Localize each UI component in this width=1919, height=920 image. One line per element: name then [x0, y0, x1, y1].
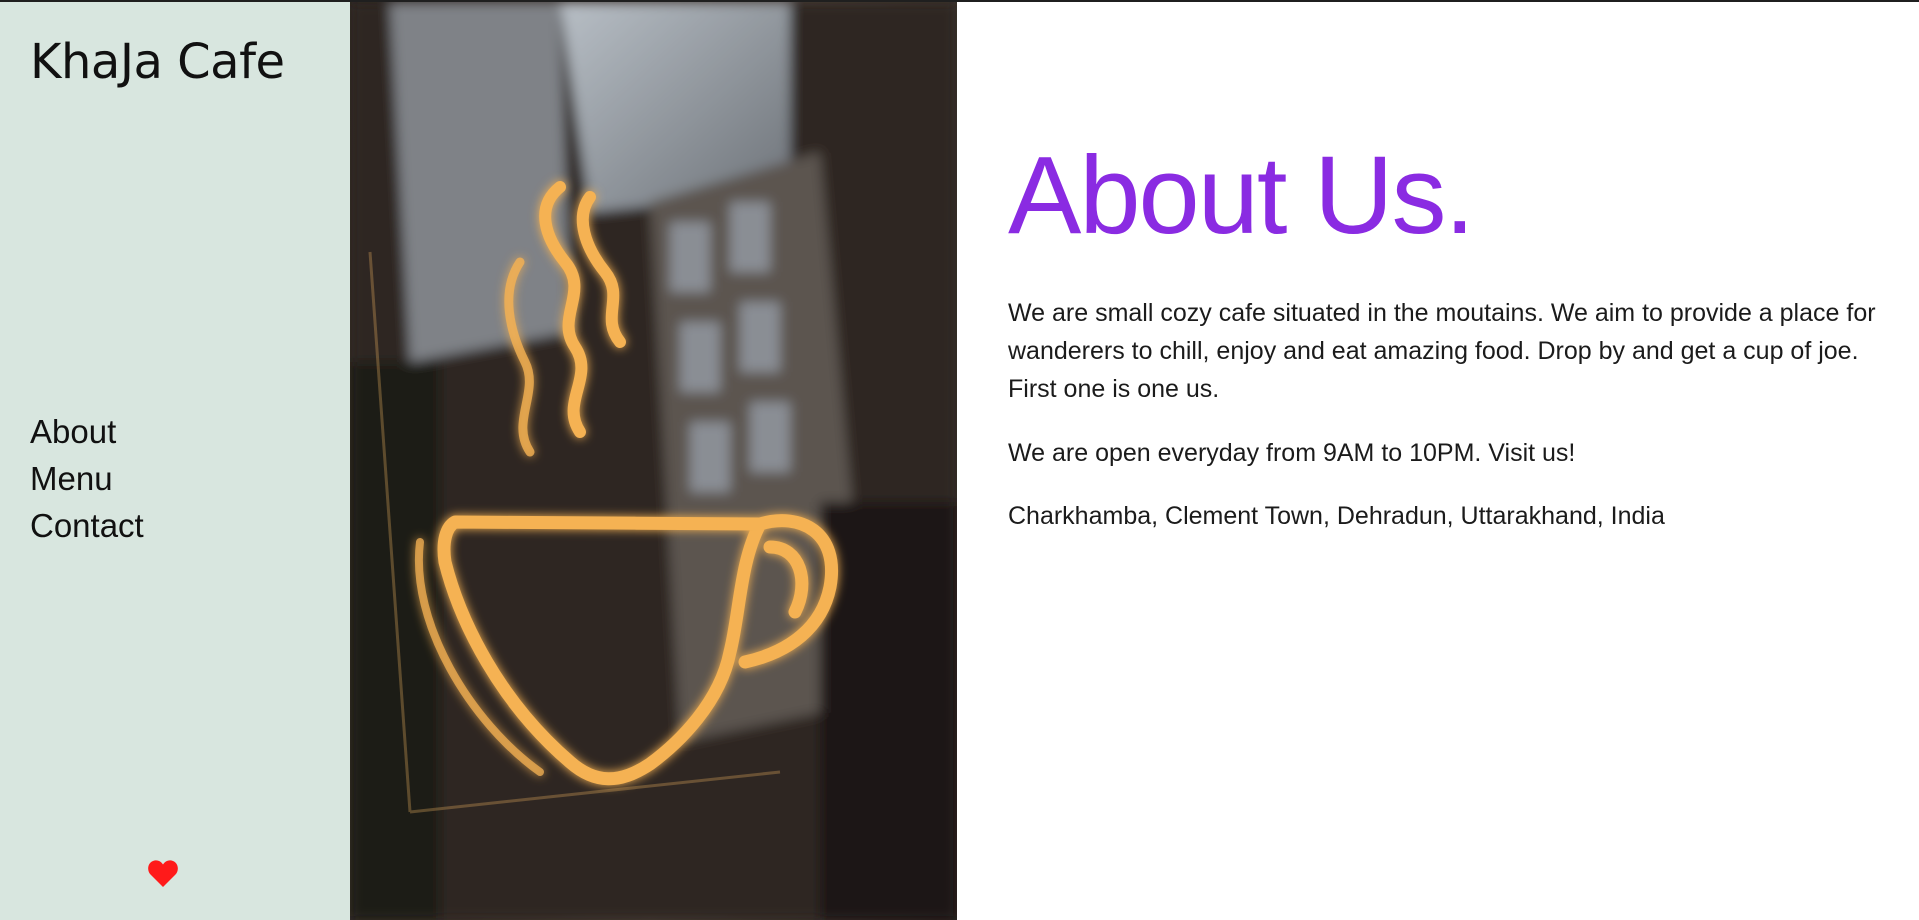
about-description: We are small cozy cafe situated in the m… [1008, 299, 1876, 403]
heart-icon [147, 858, 179, 888]
page-title: About Us. [1008, 134, 1475, 257]
main-nav: About Menu Contact [30, 408, 144, 549]
address: Charkhamba, Clement Town, Dehradun, Utta… [1008, 502, 1665, 530]
nav-link-menu[interactable]: Menu [30, 455, 144, 502]
page: KhaJa Cafe About Menu Contact About Us. … [0, 0, 1919, 920]
nav-link-contact[interactable]: Contact [30, 502, 144, 549]
opening-hours: We are open everyday from 9AM to 10PM. V… [1008, 439, 1576, 467]
nav-link-about[interactable]: About [30, 408, 144, 455]
sidebar: KhaJa Cafe About Menu Contact [0, 2, 350, 920]
hero-photo [350, 2, 957, 920]
brand-logo[interactable]: KhaJa Cafe [30, 30, 285, 94]
